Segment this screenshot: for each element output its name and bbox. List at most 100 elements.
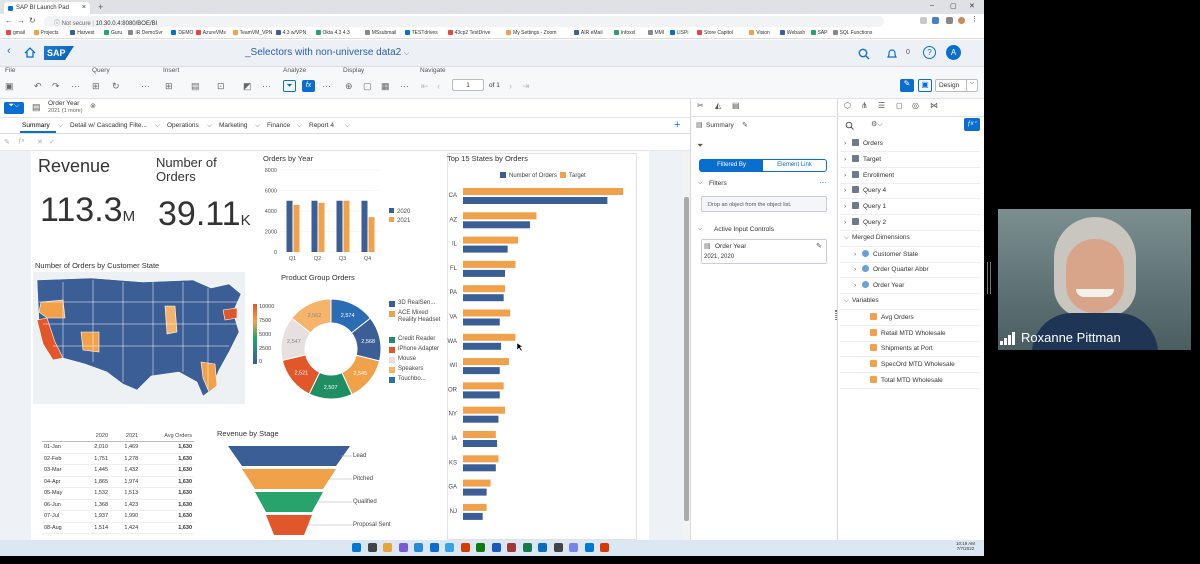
table-row[interactable]: 05-May 1,532 1,513 1,630 <box>42 487 194 500</box>
scissors-icon[interactable]: ✂ <box>697 101 704 110</box>
url-field[interactable]: ⓘ Not secure | 10.30.0.4:8080/BOE/BI <box>44 16 884 27</box>
taskbar-app-icon[interactable] <box>383 543 392 552</box>
fx-icon[interactable]: ƒx <box>18 138 24 144</box>
orders-by-year-chart[interactable]: 8000 6000 4000 2000 0 Q1 Q2 Q3 Q4 2020 2021 <box>258 164 418 264</box>
funnel-stage-lead[interactable] <box>228 446 350 466</box>
funnel-stage-proposal[interactable] <box>266 515 312 535</box>
analyze-more-icon[interactable]: ··· <box>322 81 331 91</box>
refresh-icon[interactable]: ↻ <box>112 81 120 91</box>
help-icon[interactable]: ? <box>923 46 936 59</box>
bar-2021-Q1[interactable] <box>293 204 300 252</box>
taskbar-app-icon[interactable] <box>429 543 439 552</box>
design-mode-select[interactable]: Design <box>935 79 968 92</box>
target-bar-VA[interactable] <box>463 309 511 317</box>
target-bar-WI[interactable] <box>463 358 509 366</box>
object-search-icon[interactable] <box>845 121 854 130</box>
clear-filter-icon[interactable]: ⊗ <box>90 102 96 110</box>
bar-2021-Q3[interactable] <box>343 200 350 252</box>
orders-bar-WI[interactable] <box>463 367 500 375</box>
orders-bar-GA[interactable] <box>463 488 487 496</box>
chevron-icon[interactable]: › <box>854 282 862 289</box>
orders-bar-CA[interactable] <box>463 197 608 204</box>
display-more-icon[interactable]: ··· <box>400 81 409 91</box>
tree-query[interactable]: › Orders <box>844 139 883 147</box>
tab-summary[interactable]: Summary <box>22 122 50 129</box>
filters-chevron-icon[interactable]: ⌵ <box>698 180 703 187</box>
target-bar-PA[interactable] <box>463 285 505 293</box>
orders-bar-KS[interactable] <box>463 464 496 472</box>
insert-table-icon[interactable]: ⊞ <box>165 81 173 91</box>
chevron-icon[interactable]: ⌵ <box>844 297 852 305</box>
tree-variable[interactable]: Total MTD Wholesale <box>862 376 943 384</box>
orders-bar-FL[interactable] <box>463 269 505 277</box>
prev-page-icon[interactable]: ‹ <box>437 81 440 91</box>
bookmark-item[interactable]: SQL Functions <box>832 30 872 36</box>
comment-icon[interactable]: ◻ <box>896 101 903 110</box>
bookmark-star-icon[interactable] <box>932 17 939 24</box>
first-page-icon[interactable]: ⇤ <box>421 81 429 91</box>
add-report-icon[interactable]: + <box>674 119 680 131</box>
formula-icon[interactable]: fx <box>302 80 315 92</box>
bookmark-item[interactable]: IR DemoSvr <box>128 30 163 36</box>
target-bar-CA[interactable] <box>463 188 624 195</box>
tree-variables-header[interactable]: ⌵ Variables <box>844 297 879 305</box>
bookmark-item[interactable]: AIR eMail <box>573 30 603 36</box>
table-row[interactable]: 07-Jul 1,937 1,990 1,630 <box>42 510 194 523</box>
taskbar-app-icon[interactable] <box>538 543 547 552</box>
filter-mode-toggle[interactable]: Filtered By Element Link <box>699 159 827 172</box>
filters-more-icon[interactable]: ··· <box>819 178 827 187</box>
bookmark-item[interactable]: Vision <box>749 30 770 36</box>
target-bar-OR[interactable] <box>463 382 504 390</box>
share-icon[interactable]: ⋈ <box>930 101 938 110</box>
taskbar-app-icon[interactable] <box>445 543 454 552</box>
target-bar-IA[interactable] <box>463 431 496 438</box>
bookmark-item[interactable]: LISPi <box>669 30 688 36</box>
target-bar-WA[interactable] <box>463 333 516 341</box>
tree-query[interactable]: › Enrollment <box>844 170 894 179</box>
page-number-input[interactable]: 1 <box>452 79 484 91</box>
revenue-funnel[interactable] <box>222 442 352 540</box>
taskbar-app-icon[interactable] <box>584 543 594 552</box>
orders-bar-WA[interactable] <box>463 342 502 350</box>
browser-menu-icon[interactable]: ⋮ <box>971 15 978 23</box>
tab-finance[interactable]: Finance <box>267 122 290 129</box>
format-icon[interactable]: ◭ <box>715 101 721 110</box>
forward-icon[interactable]: → <box>17 16 25 25</box>
bookmark-item[interactable]: 43cp2 TestDrive <box>447 30 490 36</box>
target-bar-AZ[interactable] <box>463 212 537 220</box>
user-avatar[interactable]: A <box>946 45 961 60</box>
next-page-icon[interactable]: › <box>509 81 512 91</box>
taskbar-app-icon[interactable] <box>398 543 408 552</box>
taskbar-app-icon[interactable] <box>367 543 377 552</box>
insert-more-icon[interactable]: ··· <box>262 81 271 91</box>
bar-2021-Q4[interactable] <box>368 217 375 252</box>
controls-chevron-icon[interactable]: ⌵ <box>698 226 703 233</box>
orders-bar-NY[interactable] <box>463 415 499 423</box>
cube-icon[interactable]: ⬡ <box>844 101 851 110</box>
chevron-icon[interactable]: › <box>854 251 862 258</box>
zoom-icon[interactable]: ⊕ <box>345 81 353 91</box>
insert-text-icon[interactable]: ◩ <box>243 81 252 91</box>
sidepanel-icon[interactable] <box>946 17 953 24</box>
bookmark-item[interactable]: SAP <box>810 30 828 36</box>
profile-avatar[interactable] <box>958 17 965 24</box>
insert-shape-icon[interactable]: ⊡ <box>217 81 225 91</box>
tree-merged-header[interactable]: ⌵ Merged Dimensions <box>844 234 910 242</box>
tree-query[interactable]: › Query 2 <box>844 218 886 226</box>
chevron-icon[interactable]: ⌵ <box>844 234 852 242</box>
tab-report4[interactable]: Report 4 <box>309 122 334 129</box>
maximize-icon[interactable]: ▢ <box>950 2 957 10</box>
orders-bar-NJ[interactable] <box>463 512 483 520</box>
chevron-icon[interactable]: › <box>844 187 852 194</box>
kpi-revenue-value[interactable]: 113.3M <box>40 191 135 230</box>
bookmark-item[interactable]: Webash <box>779 30 805 36</box>
table-row[interactable]: 06-Jun 1,368 1,423 1,630 <box>42 499 194 511</box>
bookmark-item[interactable]: InfoxxI <box>613 30 636 36</box>
kpi-orders-value[interactable]: 39.11K <box>158 195 251 234</box>
bookmark-item[interactable]: Harvest <box>70 30 95 36</box>
filter-bar-toggle-icon[interactable]: ⏷⌵ <box>4 102 24 114</box>
taskbar-app-icon[interactable] <box>476 543 485 552</box>
taskbar-app-icon[interactable] <box>352 543 361 552</box>
minimize-icon[interactable]: – <box>930 2 934 9</box>
orders-bar-OR[interactable] <box>463 391 500 399</box>
